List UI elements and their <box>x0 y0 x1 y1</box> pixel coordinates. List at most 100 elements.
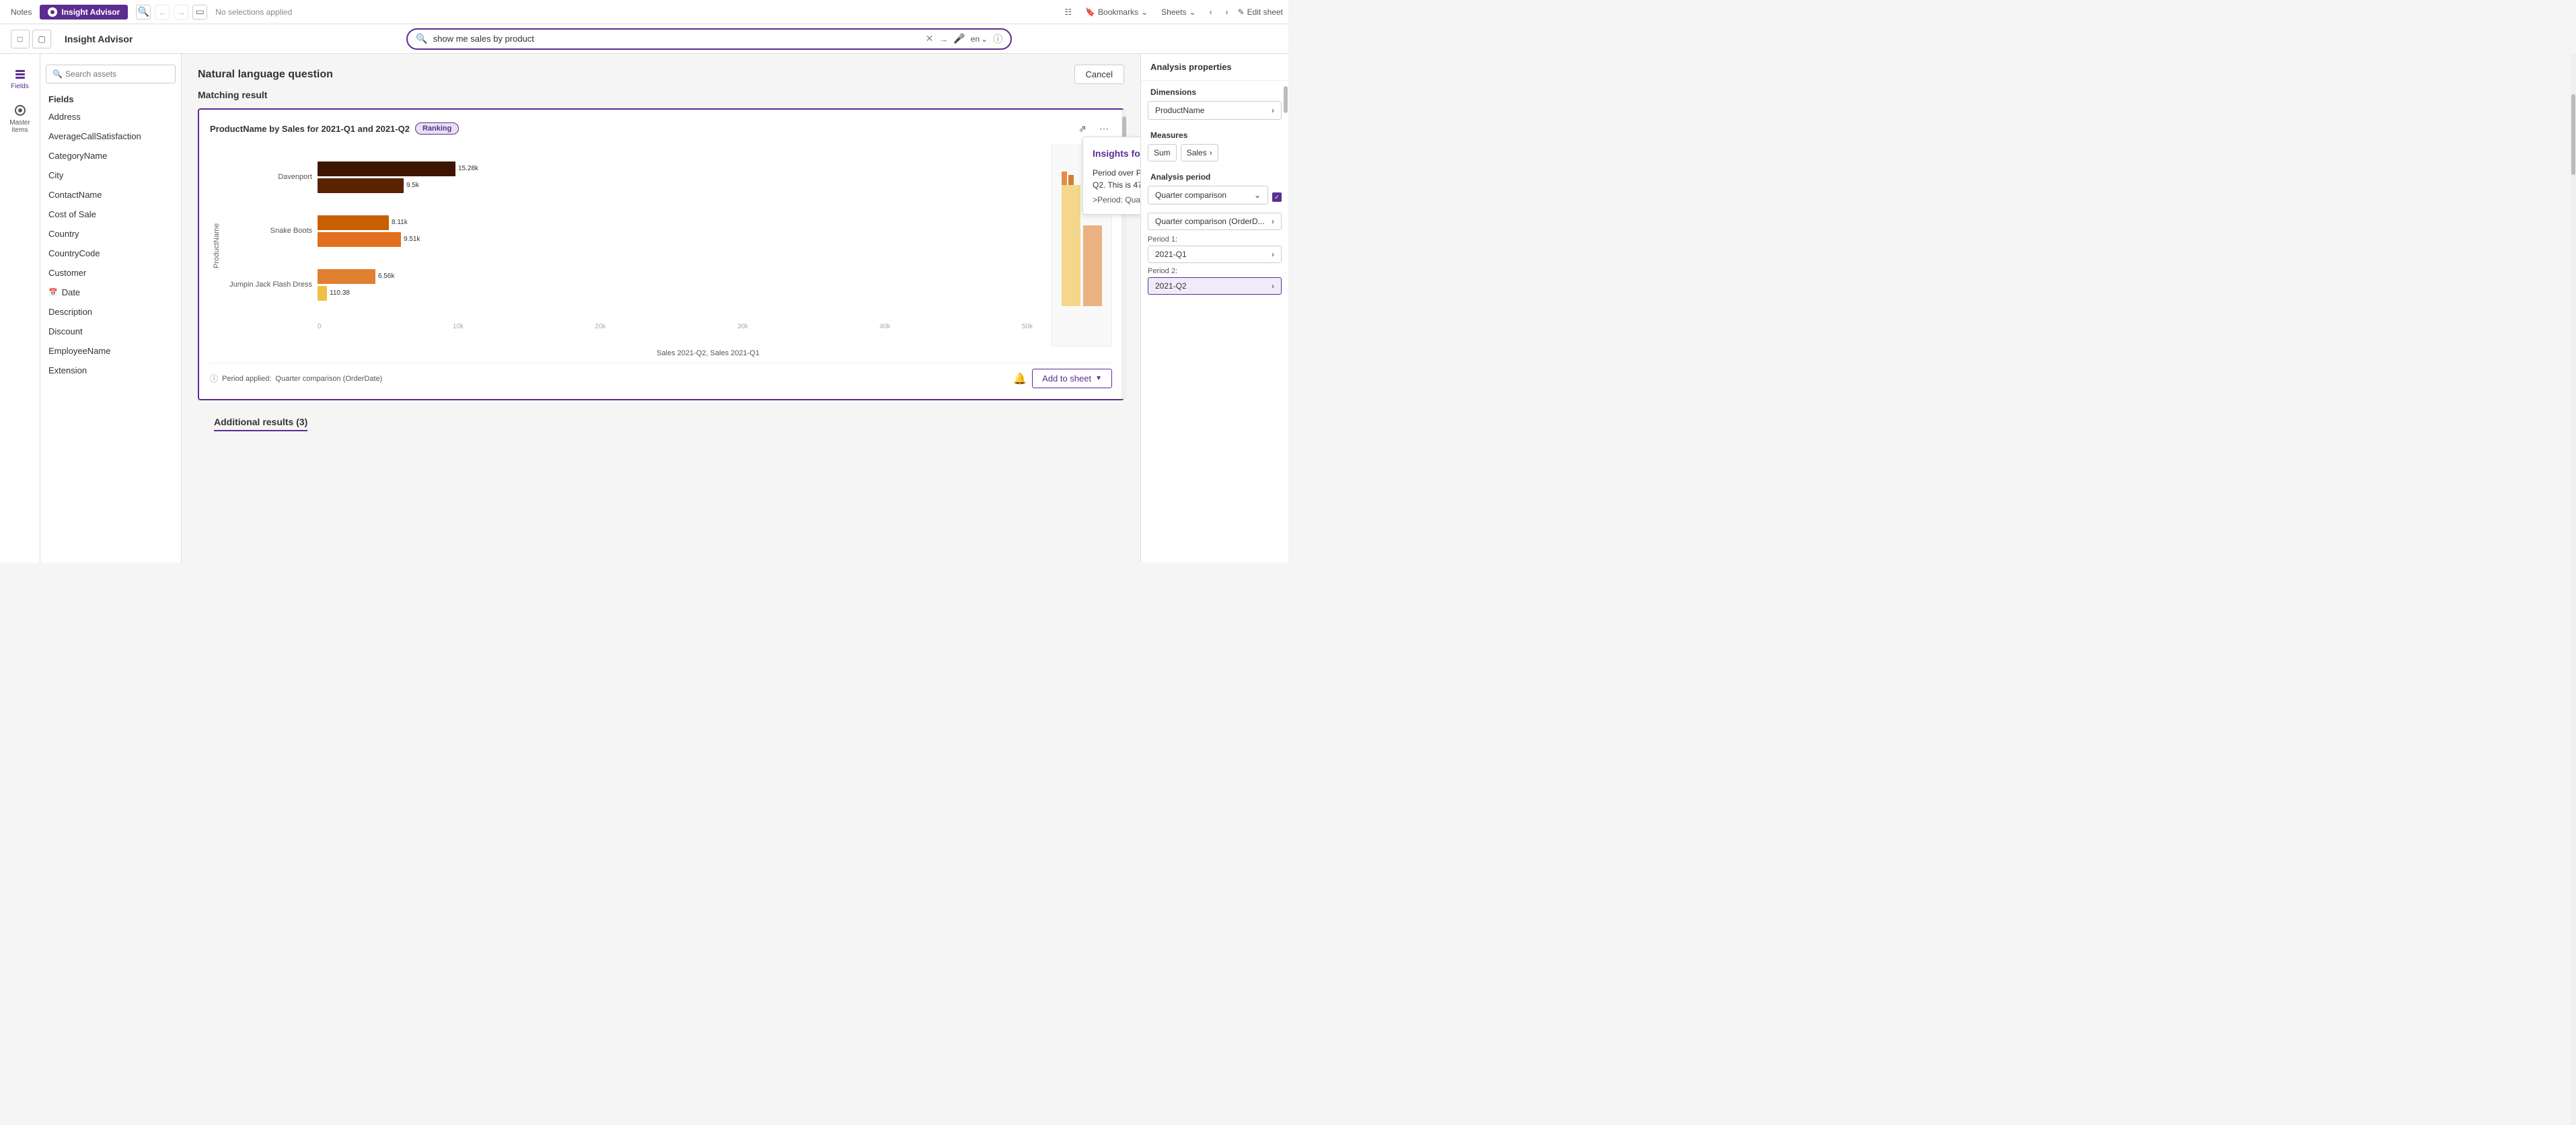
bar-snakeboots-1: 8.11k <box>318 215 1046 230</box>
notes-tab[interactable]: Notes <box>5 7 37 17</box>
sales-chevron: › <box>1210 148 1212 157</box>
bar-fill-davenport-2 <box>318 178 404 193</box>
dimension-product-name[interactable]: ProductName › <box>1148 101 1282 120</box>
bar-label-davenport: Davenport <box>223 173 318 181</box>
y-axis-label: ProductName <box>210 145 223 347</box>
snapshot-icon[interactable]: ▭ <box>192 5 207 20</box>
search-arrow-icon[interactable]: → <box>939 34 948 44</box>
sidebar-item-master[interactable]: Master items <box>0 98 40 139</box>
search-lang-select[interactable]: en ⌄ <box>971 34 988 44</box>
bar-fill-snakeboots-2 <box>318 232 401 247</box>
bookmarks-btn[interactable]: 🔖 Bookmarks ⌄ <box>1081 6 1152 18</box>
sheets-btn[interactable]: Sheets ⌄ <box>1157 6 1200 18</box>
search-tool-icon[interactable]: 🔍 <box>136 5 151 20</box>
bell-icon[interactable]: 🔔 <box>1013 372 1027 386</box>
content-area: Natural language question Cancel Matchin… <box>182 54 1140 562</box>
x-axis: 0 10k 20k 30k 40k 50k <box>223 323 1046 330</box>
measure-sum-tag[interactable]: Sum <box>1148 144 1177 161</box>
edit-sheet-btn[interactable]: ✎ Edit sheet <box>1238 7 1283 17</box>
content-title: Natural language question <box>198 69 333 81</box>
measures-label: Measures <box>1141 124 1288 144</box>
ranking-badge: Ranking <box>415 122 459 135</box>
advisor-title: Insight Advisor <box>65 34 133 44</box>
additional-results-label[interactable]: Additional results (3) <box>214 416 307 431</box>
advisor-dot-icon <box>48 7 57 17</box>
field-item-date[interactable]: 📅 Date <box>40 283 181 302</box>
period-item-chevron: › <box>1272 217 1274 226</box>
bar-val-snakeboots-1: 8.11k <box>392 219 408 226</box>
search-mic-icon[interactable]: 🎤 <box>953 33 965 44</box>
search-info-icon[interactable]: ⓘ <box>993 32 1002 46</box>
insight-advisor-tab[interactable]: Insight Advisor <box>40 5 128 20</box>
chart-card: ProductName by Sales for 2021-Q1 and 202… <box>198 108 1124 400</box>
add-to-sheet-button[interactable]: Add to sheet ▼ <box>1032 369 1112 388</box>
bar-fill-jumpinjack-2 <box>318 286 327 301</box>
bar-fill-davenport-1 <box>318 161 455 176</box>
field-item-category[interactable]: CategoryName <box>40 146 181 166</box>
search-assets-input[interactable] <box>46 65 176 83</box>
right-panel-toggle[interactable]: ▢ <box>32 30 51 48</box>
field-item-avgcall[interactable]: AverageCallSatisfaction <box>40 126 181 146</box>
undo-icon[interactable]: ← <box>155 5 170 20</box>
period1-value-item[interactable]: 2021-Q1 › <box>1148 246 1282 263</box>
field-item-employee[interactable]: EmployeeName <box>40 341 181 361</box>
period-value: Quarter comparison (OrderDate) <box>275 375 382 383</box>
lang-chevron: ⌄ <box>981 34 988 44</box>
expand-icon[interactable]: ⇗ <box>1074 120 1091 137</box>
second-bar: □ ▢ Insight Advisor 🔍 ✕ → 🎤 en ⌄ ⓘ <box>0 24 1288 54</box>
bars-jumpinjack: 6.56k 110.38 <box>318 269 1046 301</box>
field-item-address[interactable]: Address <box>40 107 181 126</box>
period-dropdown-select[interactable]: Quarter comparison ⌄ <box>1148 186 1268 205</box>
field-item-countrycode[interactable]: CountryCode <box>40 244 181 263</box>
field-item-customer[interactable]: Customer <box>40 263 181 283</box>
chart-section: Matching result ProductName by Sales for… <box>182 89 1140 562</box>
sidebar-item-fields[interactable]: Fields <box>0 62 40 96</box>
insights-text: Period over Period: total Sales is 116.9… <box>1093 167 1140 191</box>
insights-popup: Insights found ✕ Period over Period: tot… <box>1082 137 1140 215</box>
fields-section-label: Fields <box>40 89 181 107</box>
right-panel: Analysis properties Dimensions ProductNa… <box>1140 54 1288 562</box>
bar-jumpinjack-1: 6.56k <box>318 269 1046 284</box>
redo-icon[interactable]: → <box>174 5 188 20</box>
field-item-costofsale[interactable]: Cost of Sale <box>40 205 181 224</box>
main-layout: Fields Master items 🔍 Fields Address Ave… <box>0 54 1288 562</box>
analysis-properties-title: Analysis properties <box>1141 54 1288 81</box>
field-item-contact[interactable]: ContactName <box>40 185 181 205</box>
field-item-discount[interactable]: Discount <box>40 322 181 341</box>
left-panel-toggle[interactable]: □ <box>11 30 30 48</box>
field-item-description[interactable]: Description <box>40 302 181 322</box>
period2-value-item[interactable]: 2021-Q2 › <box>1148 277 1282 295</box>
panel-toggle: □ ▢ <box>11 30 51 48</box>
bar-group-jumpinjack: Jumpin Jack Flash Dress 6.56k 110.38 <box>223 269 1046 301</box>
more-options-icon[interactable]: ⋯ <box>1096 120 1112 137</box>
period-checkbox[interactable]: ✓ <box>1272 192 1282 202</box>
period1-container: Period 1: 2021-Q1 › <box>1148 235 1282 263</box>
nav-back-btn[interactable]: ‹ <box>1206 6 1216 18</box>
search-input[interactable] <box>433 34 920 44</box>
fields-list: 🔍 Fields Address AverageCallSatisfaction… <box>40 54 181 562</box>
search-assets-icon: 🔍 <box>52 69 63 79</box>
grid-icon[interactable]: ☷ <box>1060 6 1076 18</box>
chart-card-actions: ⇗ ⋯ <box>1074 120 1112 137</box>
bar-val-davenport-1: 15.28k <box>458 165 478 172</box>
cancel-button[interactable]: Cancel <box>1074 65 1124 84</box>
field-item-extension[interactable]: Extension <box>40 361 181 380</box>
calendar-icon: 📅 <box>48 288 58 297</box>
nav-forward-btn[interactable]: › <box>1222 6 1232 18</box>
bar-group-snakeboots: Snake Boots 8.11k 9.51k <box>223 215 1046 247</box>
bar-group-davenport: Davenport 15.28k 9.5k <box>223 161 1046 193</box>
period1-label: Period 1: <box>1148 235 1282 244</box>
insights-header: Insights found ✕ <box>1093 147 1140 160</box>
insights-link[interactable]: >Period: Quarter comparison (OrderDate) <box>1093 195 1140 205</box>
search-assets-wrapper: 🔍 <box>40 59 181 89</box>
chart-body: ProductName Davenport 15.28k <box>210 145 1112 347</box>
period2-label: Period 2: <box>1148 267 1282 275</box>
search-clear-icon[interactable]: ✕ <box>926 33 934 44</box>
dimensions-label: Dimensions <box>1141 81 1288 101</box>
analysis-period-label: Analysis period <box>1141 166 1288 186</box>
period-checkbox-item[interactable]: Quarter comparison (OrderD... › <box>1148 213 1282 230</box>
field-item-city[interactable]: City <box>40 166 181 185</box>
period-clock-icon: ⓘ <box>210 373 218 384</box>
measure-sales-tag[interactable]: Sales › <box>1181 144 1218 161</box>
field-item-country[interactable]: Country <box>40 224 181 244</box>
